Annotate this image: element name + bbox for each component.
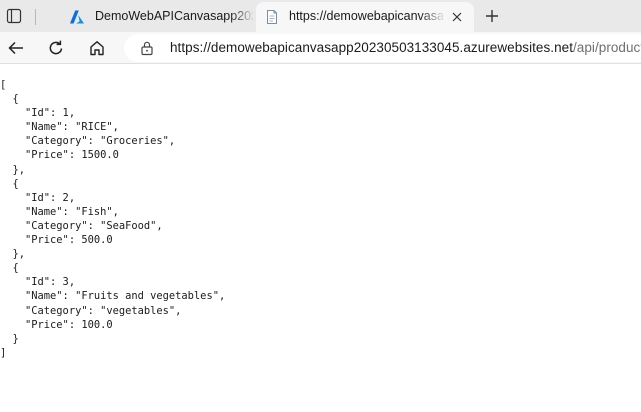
page-content: [ { "Id": 1, "Name": "RICE", "Category":… xyxy=(0,64,641,412)
tab-divider xyxy=(35,9,36,25)
address-bar[interactable]: https://demowebapicanvasapp2023050313304… xyxy=(124,34,641,62)
tab-api-products[interactable]: https://demowebapicanvasapp2023050313304… xyxy=(256,2,474,32)
url-host: https://demowebapicanvasapp2023050313304… xyxy=(170,40,573,55)
tab-azure-portal[interactable]: DemoWebAPICanvasapp20230503133045 xyxy=(44,2,256,32)
refresh-icon[interactable] xyxy=(45,37,67,59)
azure-icon xyxy=(69,9,85,25)
back-icon[interactable] xyxy=(5,37,27,59)
url-text[interactable]: https://demowebapicanvasapp2023050313304… xyxy=(170,40,641,55)
close-tab-icon[interactable] xyxy=(448,8,466,26)
tab-strip: DemoWebAPICanvasapp20230503133045 https:… xyxy=(0,0,641,32)
tab-actions-icon[interactable] xyxy=(4,6,24,26)
browser-toolbar: https://demowebapicanvasapp2023050313304… xyxy=(0,32,641,64)
url-path: /api/products xyxy=(573,40,641,55)
json-response-body: [ { "Id": 1, "Name": "RICE", "Category":… xyxy=(0,79,226,359)
lock-icon[interactable] xyxy=(139,40,155,56)
new-tab-icon[interactable] xyxy=(482,6,502,26)
page-icon xyxy=(264,9,280,25)
home-icon[interactable] xyxy=(86,37,108,59)
